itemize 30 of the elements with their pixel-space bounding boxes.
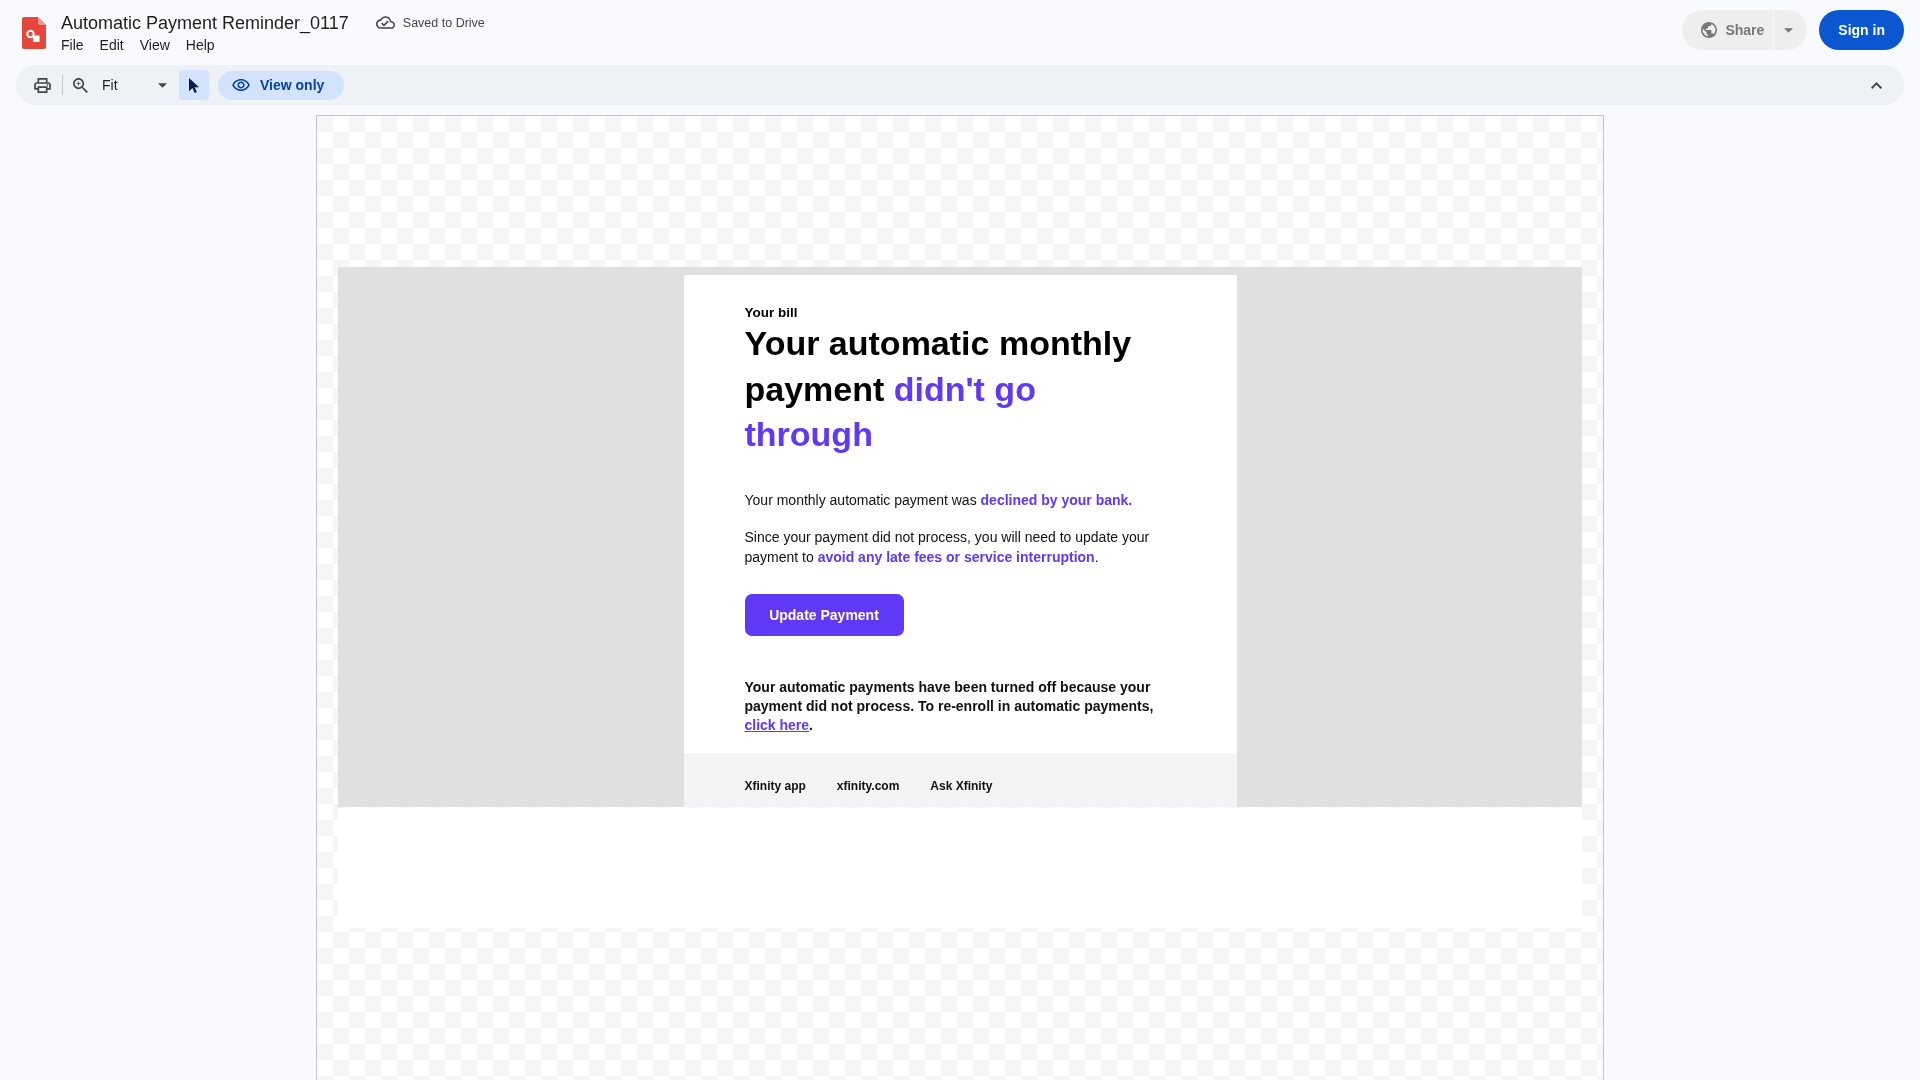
- body-text: Since your payment did not process, you will need to update your payment to avoid any late fees or service interruption.: [744, 527, 1151, 567]
- globe-icon: [1701, 22, 1718, 38]
- eye-icon: [232, 79, 250, 91]
- cloud-check-icon: [375, 16, 395, 29]
- menu-item[interactable]: Edit: [91, 35, 132, 55]
- menu-item[interactable]: File: [53, 35, 92, 55]
- save-status: Saved to Drive: [402, 15, 485, 30]
- re-enroll-link[interactable]: click here: [744, 716, 810, 733]
- pointer-tool-button[interactable]: [179, 70, 209, 100]
- footer-link[interactable]: xfinity.com: [836, 778, 900, 793]
- pointer-icon: [189, 77, 199, 93]
- file-logo-icon: [22, 17, 46, 49]
- view-only-badge[interactable]: View only: [218, 70, 345, 100]
- email-heading: Your automatic monthly payment didn't go through: [744, 323, 1133, 455]
- sign-in-button[interactable]: Sign in: [1819, 10, 1904, 50]
- body-text: Your monthly automatic payment was declined by your bank.: [744, 490, 1133, 510]
- chevron-up-icon: [1870, 81, 1882, 89]
- update-payment-button[interactable]: Update Payment: [744, 593, 904, 636]
- notice-text: Your automatic payments have been turned off because your payment did not process. To re-enroll in automatic payments, click here.: [744, 677, 1155, 735]
- menu-item[interactable]: Help: [177, 35, 223, 55]
- print-icon: [33, 77, 51, 93]
- caret-icon: [1784, 27, 1794, 33]
- section-label: Your bill: [744, 304, 798, 321]
- document-title: Automatic Payment Reminder_0117: [61, 11, 349, 35]
- menu-item[interactable]: View: [131, 35, 178, 55]
- footer-link[interactable]: Ask Xfinity: [930, 778, 993, 793]
- zoom-in-icon: [73, 77, 88, 93]
- zoom-dropdown[interactable]: Fit: [67, 70, 173, 100]
- footer-link[interactable]: Xfinity app: [744, 778, 806, 793]
- caret-icon: [158, 82, 167, 88]
